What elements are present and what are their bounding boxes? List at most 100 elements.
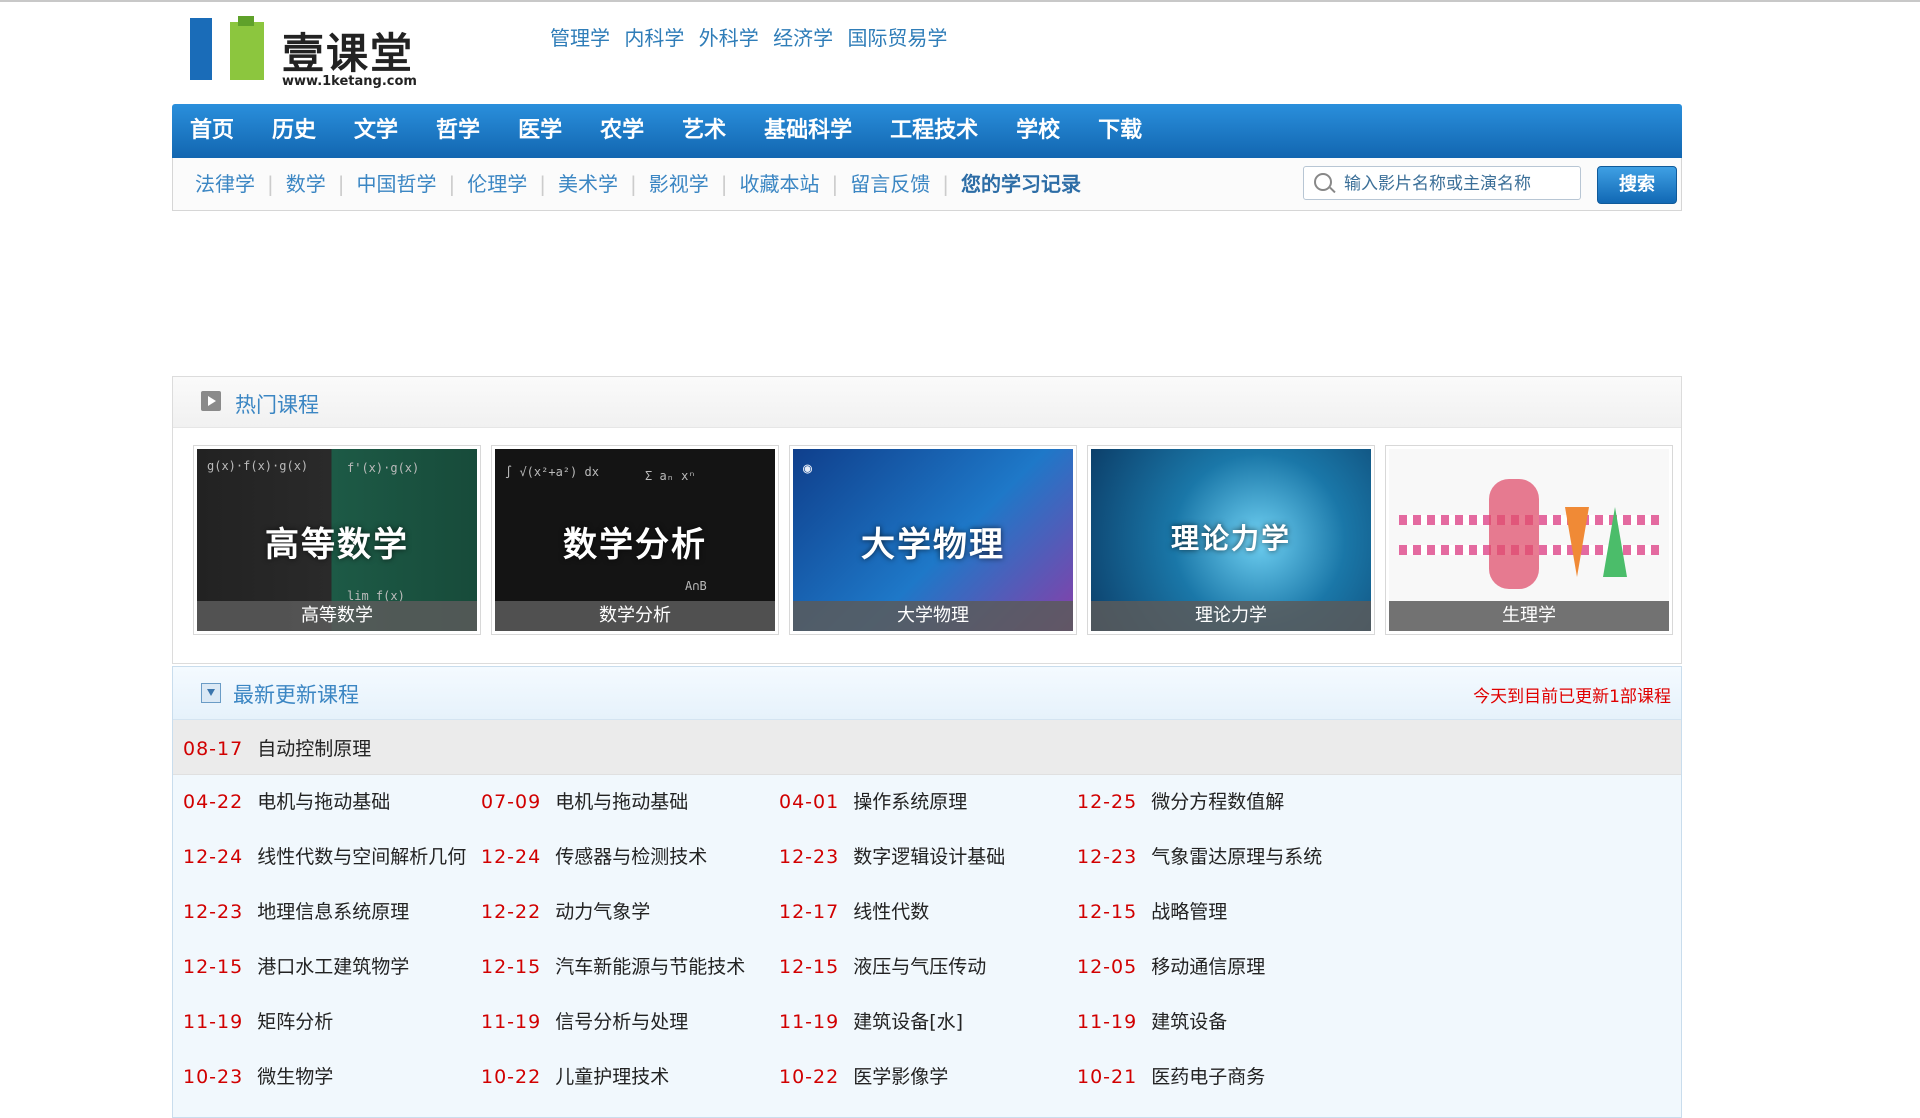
course-image-title: 数学分析 (563, 525, 707, 565)
nav-item-school[interactable]: 学校 (1016, 104, 1060, 158)
list-item[interactable]: 12-24 线性代数与空间解析几何 (183, 842, 466, 869)
item-date: 11-19 (779, 1011, 840, 1033)
list-item[interactable]: 10-23 微生物学 (183, 1062, 333, 1089)
search-input[interactable] (1342, 171, 1576, 197)
list-item[interactable]: 12-23 数字逻辑设计基础 (779, 842, 1005, 869)
item-name: 港口水工建筑物学 (257, 956, 410, 978)
nav-item-history[interactable]: 历史 (272, 104, 316, 158)
list-item[interactable]: 12-17 线性代数 (779, 897, 929, 924)
course-card-math-analysis[interactable]: ∫ √(x²+a²) dx Σ aₙ xⁿ A∩B 数学分析 数学分析 (491, 445, 779, 635)
list-item[interactable]: 12-24 传感器与检测技术 (481, 842, 707, 869)
list-item[interactable]: 12-05 移动通信原理 (1077, 952, 1265, 979)
item-date: 11-19 (1077, 1011, 1138, 1033)
nav-item-home[interactable]: 首页 (190, 104, 234, 158)
item-name: 电机与拖动基础 (555, 791, 689, 813)
sub-link-film[interactable]: 影视学 (637, 172, 721, 196)
list-item[interactable]: 12-15 港口水工建筑物学 (183, 952, 409, 979)
nav-item-art[interactable]: 艺术 (682, 104, 726, 158)
item-date: 10-22 (481, 1066, 542, 1088)
divider: | (942, 172, 949, 196)
list-item[interactable]: 10-22 儿童护理技术 (481, 1062, 669, 1089)
course-image-title: 理论力学 (1170, 522, 1291, 555)
item-date: 12-25 (1077, 791, 1138, 813)
item-name: 建筑设备[水] (853, 1011, 964, 1033)
sub-link-math[interactable]: 数学 (274, 172, 338, 196)
item-name: 操作系统原理 (853, 791, 968, 813)
item-date: 12-23 (1077, 846, 1138, 868)
top-links: 管理学 内科学 外科学 经济学 国际贸易学 (550, 22, 955, 51)
diagram-gradient-orange (1565, 507, 1589, 577)
divider: | (720, 172, 728, 196)
main-nav: 首页 历史 文学 哲学 医学 农学 艺术 基础科学 工程技术 学校 下载 (172, 104, 1682, 158)
item-name: 数字逻辑设计基础 (853, 846, 1006, 868)
item-date: 12-24 (183, 846, 244, 868)
nav-item-engineering[interactable]: 工程技术 (890, 104, 978, 158)
item-date: 12-17 (779, 901, 840, 923)
sub-nav-links: 法律学 | 数学 | 中国哲学 | 伦理学 | 美术学 | 影视学 | 收藏本站 | 留言反馈 | 您的学习记录 (183, 158, 1093, 210)
top-link-economics[interactable]: 经济学 (773, 26, 833, 50)
item-date: 12-22 (481, 901, 542, 923)
list-item[interactable]: 11-19 建筑设备 (1077, 1007, 1227, 1034)
list-item[interactable]: 04-22 电机与拖动基础 (183, 787, 390, 814)
course-caption: 理论力学 (1091, 601, 1371, 631)
list-item[interactable]: 08-17 自动控制原理 (183, 734, 371, 761)
download-icon (201, 683, 221, 703)
search-box (1303, 166, 1581, 200)
divider: | (539, 172, 546, 196)
list-item[interactable]: 12-23 地理信息系统原理 (183, 897, 409, 924)
divider: | (267, 172, 274, 196)
nav-item-download[interactable]: 下载 (1098, 104, 1142, 158)
course-caption: 高等数学 (197, 601, 477, 631)
nav-item-agriculture[interactable]: 农学 (600, 104, 644, 158)
nav-item-philosophy[interactable]: 哲学 (436, 104, 480, 158)
item-date: 10-21 (1077, 1066, 1138, 1088)
list-item[interactable]: 12-15 液压与气压传动 (779, 952, 986, 979)
list-item[interactable]: 10-22 医学影像学 (779, 1062, 948, 1089)
sub-link-chinese-philosophy[interactable]: 中国哲学 (345, 172, 449, 196)
item-name: 线性代数与空间解析几何 (257, 846, 467, 868)
course-thumbnail: g(x)·f(x)·g(x) f'(x)·g(x) lim f(x) 高等数学 … (197, 449, 477, 631)
sub-link-feedback[interactable]: 留言反馈 (838, 172, 942, 196)
list-item[interactable]: 11-19 信号分析与处理 (481, 1007, 688, 1034)
sub-link-bookmark[interactable]: 收藏本站 (728, 172, 832, 196)
list-item[interactable]: 12-15 战略管理 (1077, 897, 1227, 924)
top-link-surgery[interactable]: 外科学 (699, 26, 759, 50)
item-name: 传感器与检测技术 (555, 846, 708, 868)
course-card-advanced-math[interactable]: g(x)·f(x)·g(x) f'(x)·g(x) lim f(x) 高等数学 … (193, 445, 481, 635)
list-item[interactable]: 12-15 汽车新能源与节能技术 (481, 952, 745, 979)
site-logo[interactable]: 壹课堂 www.1ketang.com (186, 14, 417, 89)
nav-item-basic-science[interactable]: 基础科学 (764, 104, 852, 158)
list-item[interactable]: 12-23 气象雷达原理与系统 (1077, 842, 1322, 869)
sub-link-fine-arts[interactable]: 美术学 (546, 172, 630, 196)
nav-item-medicine[interactable]: 医学 (518, 104, 562, 158)
chalk-formula: g(x)·f(x)·g(x) (207, 459, 309, 473)
list-item[interactable]: 11-19 建筑设备[水] (779, 1007, 963, 1034)
list-item[interactable]: 11-19 矩阵分析 (183, 1007, 333, 1034)
top-link-internal-medicine[interactable]: 内科学 (624, 26, 684, 50)
course-card-theoretical-mechanics[interactable]: 理论力学 理论力学 (1087, 445, 1375, 635)
hot-courses-header: 热门课程 (173, 377, 1681, 428)
nav-item-literature[interactable]: 文学 (354, 104, 398, 158)
course-caption: 数学分析 (495, 601, 775, 631)
list-item[interactable]: 07-09 电机与拖动基础 (481, 787, 688, 814)
list-item[interactable]: 04-01 操作系统原理 (779, 787, 967, 814)
top-link-intl-trade[interactable]: 国际贸易学 (847, 26, 947, 50)
top-link-management[interactable]: 管理学 (550, 26, 610, 50)
course-image-title: 高等数学 (265, 525, 409, 565)
item-date: 12-23 (779, 846, 840, 868)
sub-link-history-record[interactable]: 您的学习记录 (949, 172, 1093, 196)
sub-link-law[interactable]: 法律学 (183, 172, 267, 196)
course-card-college-physics[interactable]: ◉ 大学物理 大学物理 (789, 445, 1077, 635)
latest-courses-panel: 最新更新课程 今天到目前已更新1部课程 08-17 自动控制原理 04-22 电机与… (172, 666, 1682, 1118)
search-button[interactable]: 搜索 (1597, 166, 1677, 204)
item-date: 12-23 (183, 901, 244, 923)
list-item[interactable]: 12-25 微分方程数值解 (1077, 787, 1284, 814)
diagram-protein (1489, 479, 1539, 589)
item-name: 自动控制原理 (257, 738, 372, 760)
course-card-physiology[interactable]: 生理学 (1385, 445, 1673, 635)
item-name: 微生物学 (257, 1066, 334, 1088)
sub-link-ethics[interactable]: 伦理学 (455, 172, 539, 196)
list-item[interactable]: 10-21 医药电子商务 (1077, 1062, 1265, 1089)
item-name: 地理信息系统原理 (257, 901, 410, 923)
list-item[interactable]: 12-22 动力气象学 (481, 897, 650, 924)
